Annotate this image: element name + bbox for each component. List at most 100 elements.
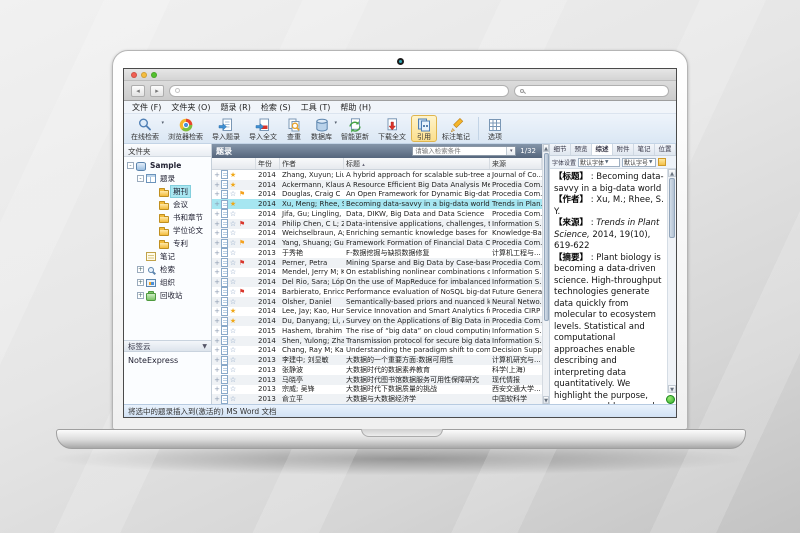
rating-star-icon[interactable] bbox=[229, 317, 237, 325]
rating-star-icon[interactable] bbox=[229, 190, 237, 198]
column-header-year[interactable]: 年份 bbox=[256, 158, 280, 169]
rating-star-icon[interactable] bbox=[229, 220, 237, 228]
options-button[interactable]: 选项 bbox=[483, 115, 507, 142]
table-row[interactable]: + 2014 Del Rio, Sara; López... On the us… bbox=[212, 277, 542, 287]
table-row[interactable]: + 2014 Philip Chen, C L; Zh... Data-inte… bbox=[212, 219, 542, 229]
forward-button[interactable]: ▸ bbox=[150, 85, 164, 97]
tree-expander[interactable]: + bbox=[137, 292, 144, 299]
priority-flag-icon[interactable] bbox=[238, 327, 246, 335]
import-records-button[interactable]: 导入题录 bbox=[208, 115, 244, 142]
back-button[interactable]: ◂ bbox=[131, 85, 145, 97]
table-row[interactable]: + 2015 Hashem, Ibrahim Ab... The rise of… bbox=[212, 326, 542, 336]
rating-star-icon[interactable] bbox=[229, 171, 237, 179]
priority-flag-icon[interactable] bbox=[238, 346, 246, 354]
tag-item[interactable]: NoteExpress bbox=[128, 356, 178, 365]
search-dropdown-caret-icon[interactable]: ▾ bbox=[506, 147, 515, 155]
rating-star-icon[interactable] bbox=[229, 278, 237, 286]
priority-flag-icon[interactable] bbox=[238, 171, 246, 179]
table-row[interactable]: + 2014 Zhang, Xuyun; Liu, ... A hybrid a… bbox=[212, 170, 542, 180]
priority-flag-icon[interactable] bbox=[238, 317, 246, 325]
priority-flag-icon[interactable] bbox=[238, 181, 246, 189]
menu-item[interactable]: 文件夹 (O) bbox=[166, 102, 215, 113]
annotate-notes-button[interactable]: 标注笔记 bbox=[438, 115, 474, 142]
address-bar[interactable] bbox=[169, 85, 509, 97]
table-row[interactable]: + 2014 Du, Danyang; Li, Aih... Survey on… bbox=[212, 316, 542, 326]
table-row[interactable]: + 2014 Mendel, Jerry M; Ko... On establi… bbox=[212, 268, 542, 278]
scrollbar-thumb[interactable] bbox=[544, 153, 549, 321]
table-row[interactable]: + 2014 Xu, Meng; Rhee, Se... Becoming da… bbox=[212, 199, 542, 209]
tree-item[interactable]: 笔记 bbox=[124, 250, 211, 263]
rating-star-icon[interactable] bbox=[229, 366, 237, 374]
browser-search-input[interactable] bbox=[514, 85, 669, 97]
rating-star-icon[interactable] bbox=[229, 356, 237, 364]
rating-star-icon[interactable] bbox=[229, 376, 237, 384]
row-expander-icon[interactable]: + bbox=[214, 307, 220, 315]
detail-tab[interactable]: 附件 bbox=[613, 144, 634, 155]
menu-item[interactable]: 文件 (F) bbox=[127, 102, 166, 113]
row-expander-icon[interactable]: + bbox=[214, 298, 220, 306]
rating-star-icon[interactable] bbox=[229, 229, 237, 237]
detail-tab[interactable]: 位置 bbox=[655, 144, 676, 155]
rating-star-icon[interactable] bbox=[229, 327, 237, 335]
tree-item[interactable]: 专利 bbox=[124, 237, 211, 250]
tree-item[interactable]: 会议 bbox=[124, 198, 211, 211]
table-row[interactable]: + 2014 Shen, Yulong; Zhan... Transmissio… bbox=[212, 336, 542, 346]
tree-expander[interactable]: + bbox=[137, 266, 144, 273]
minimize-window-button[interactable] bbox=[141, 72, 147, 78]
records-search-input[interactable] bbox=[413, 147, 506, 155]
tree-item[interactable]: 书和章节 bbox=[124, 211, 211, 224]
table-row[interactable]: + 2013 马晓亭 大数据时代图书馆数据服务可用性保障研究 现代情报 bbox=[212, 375, 542, 385]
tree-item[interactable]: 学位论文 bbox=[124, 224, 211, 237]
rating-star-icon[interactable] bbox=[229, 210, 237, 218]
row-expander-icon[interactable]: + bbox=[214, 229, 220, 237]
priority-flag-icon[interactable] bbox=[238, 268, 246, 276]
rating-star-icon[interactable] bbox=[229, 298, 237, 306]
rating-star-icon[interactable] bbox=[229, 395, 237, 403]
tree-item[interactable]: + 检索 bbox=[124, 263, 211, 276]
priority-flag-icon[interactable] bbox=[238, 385, 246, 393]
column-header-title[interactable]: 标题 ▴ bbox=[344, 158, 490, 169]
tree-expander[interactable] bbox=[150, 214, 157, 221]
rating-star-icon[interactable] bbox=[229, 268, 237, 276]
tree-expander[interactable] bbox=[150, 188, 157, 195]
table-row[interactable]: + 2014 Ackermann, Klaus; A... A Resource… bbox=[212, 180, 542, 190]
row-expander-icon[interactable]: + bbox=[214, 220, 220, 228]
column-header-source[interactable]: 来源 bbox=[490, 158, 542, 169]
priority-flag-icon[interactable] bbox=[238, 278, 246, 286]
cite-button[interactable]: 引用 bbox=[411, 115, 437, 142]
font-size-select[interactable]: 默认字号 ▼ bbox=[622, 158, 656, 167]
table-row[interactable]: + 2014 Olsher, Daniel Semantically-based… bbox=[212, 297, 542, 307]
row-expander-icon[interactable]: + bbox=[214, 171, 220, 179]
rating-star-icon[interactable] bbox=[229, 249, 237, 257]
rating-star-icon[interactable] bbox=[229, 239, 237, 247]
status-green-button[interactable] bbox=[666, 395, 675, 404]
row-expander-icon[interactable]: + bbox=[214, 376, 220, 384]
row-expander-icon[interactable]: + bbox=[214, 288, 220, 296]
detail-tab[interactable]: 细节 bbox=[550, 144, 571, 155]
row-expander-icon[interactable]: + bbox=[214, 268, 220, 276]
column-header-icons[interactable] bbox=[212, 158, 256, 169]
priority-flag-icon[interactable] bbox=[238, 376, 246, 384]
table-row[interactable]: + 2014 Chang, Ray M; Kauf... Understandi… bbox=[212, 346, 542, 356]
scroll-down-icon[interactable]: ▼ bbox=[543, 396, 549, 404]
rating-star-icon[interactable] bbox=[229, 259, 237, 267]
priority-flag-icon[interactable] bbox=[238, 249, 246, 257]
priority-flag-icon[interactable] bbox=[238, 259, 246, 267]
row-expander-icon[interactable]: + bbox=[214, 190, 220, 198]
column-header-author[interactable]: 作者 bbox=[280, 158, 344, 169]
tree-item[interactable]: - Sample bbox=[124, 159, 211, 172]
close-window-button[interactable] bbox=[131, 72, 137, 78]
scrollbar-thumb[interactable] bbox=[669, 178, 675, 238]
detail-tab[interactable]: 预览 bbox=[571, 144, 592, 155]
tree-item[interactable]: + 组织 bbox=[124, 276, 211, 289]
tree-item[interactable]: 期刊 bbox=[124, 185, 211, 198]
rating-star-icon[interactable] bbox=[229, 288, 237, 296]
row-expander-icon[interactable]: + bbox=[214, 317, 220, 325]
table-row[interactable]: + 2013 宗威; 吴锋 大数据时代下数据质量的挑战 西安交通大学... bbox=[212, 385, 542, 395]
row-expander-icon[interactable]: + bbox=[214, 259, 220, 267]
row-expander-icon[interactable]: + bbox=[214, 278, 220, 286]
row-expander-icon[interactable]: + bbox=[214, 327, 220, 335]
row-expander-icon[interactable]: + bbox=[214, 210, 220, 218]
smart-update-button[interactable]: 智能更新 bbox=[337, 115, 373, 142]
table-row[interactable]: + 2014 Weichselbraun, A; G... Enriching … bbox=[212, 229, 542, 239]
